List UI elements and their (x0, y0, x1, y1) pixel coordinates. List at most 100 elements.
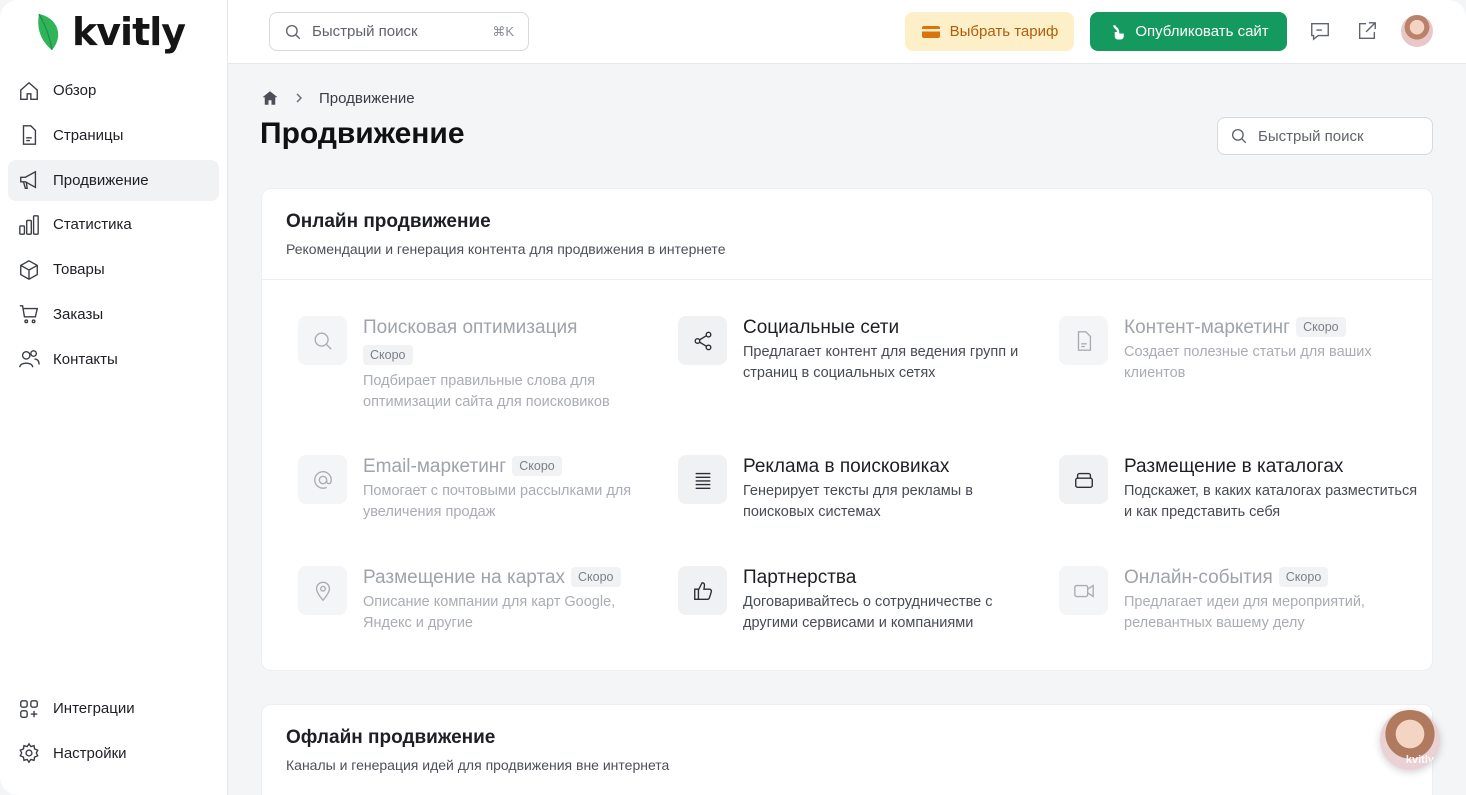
channel-title: Реклама в поисковиках (743, 456, 950, 477)
global-search-input[interactable]: Быстрый поиск ⌘K (269, 12, 529, 51)
sidebar-nav: Обзор Страницы Продвижение Статистика То… (8, 70, 219, 384)
user-avatar[interactable] (1401, 15, 1433, 47)
card-header: Офлайн продвижение Каналы и генерация ид… (262, 705, 1432, 795)
chat-widget-label: kvitly (1405, 754, 1434, 766)
lines-icon (678, 455, 727, 504)
brand-name: kvitly (72, 10, 186, 54)
sidebar-item-label: Обзор (53, 82, 97, 99)
channel-desc: Генерирует тексты для рекламы в поисковы… (743, 483, 973, 520)
channel-desc: Подбирает правильные слова для оптимизац… (363, 373, 610, 410)
document-icon (18, 124, 40, 146)
sidebar-item-settings[interactable]: Настройки (8, 733, 219, 774)
bar-chart-icon (18, 214, 40, 236)
channel-desc: Описание компании для карт Google, Яндек… (363, 594, 616, 631)
sidebar-item-label: Статистика (53, 216, 132, 234)
page-search-input[interactable]: Быстрый поиск (1217, 117, 1433, 155)
sidebar-item-contacts[interactable]: Контакты (8, 339, 219, 380)
channel-desc: Создает полезные статьи для ваших клиент… (1124, 344, 1372, 381)
sidebar-item-products[interactable]: Товары (8, 249, 219, 290)
search-placeholder: Быстрый поиск (1258, 127, 1364, 145)
integrations-icon (18, 698, 40, 720)
publish-site-label: Опубликовать сайт (1135, 23, 1269, 40)
channel-title: Поисковая оптимизация (363, 317, 578, 338)
sidebar-item-overview[interactable]: Обзор (8, 70, 219, 111)
choose-tariff-button[interactable]: Выбрать тариф (905, 12, 1074, 51)
sidebar-item-integrations[interactable]: Интеграции (8, 688, 219, 729)
sidebar: kvitly Обзор Страницы Продвижение Статис… (0, 0, 228, 795)
logo[interactable]: kvitly (36, 10, 186, 54)
channel-title: Партнерства (743, 567, 857, 588)
topbar: Быстрый поиск ⌘K Выбрать тариф Опубликов… (228, 0, 1466, 64)
channel-title: Размещение в каталогах (1124, 456, 1344, 477)
card-title: Офлайн продвижение (286, 727, 496, 748)
breadcrumb: Продвижение (261, 89, 415, 107)
channel-search-ads[interactable]: Реклама в поисковиках Генерирует тексты … (678, 455, 1038, 522)
sidebar-item-label: Настройки (53, 744, 127, 762)
users-icon (18, 348, 40, 370)
soon-badge: Скоро (571, 567, 621, 587)
map-pin-icon (298, 566, 347, 615)
channel-title: Email-маркетинг (363, 456, 507, 477)
gear-icon (18, 742, 40, 764)
sidebar-item-orders[interactable]: Заказы (8, 294, 219, 335)
card-subtitle: Каналы и генерация идей для продвижения … (286, 757, 670, 773)
home-icon (18, 80, 40, 102)
card-subtitle: Рекомендации и генерация контента для пр… (286, 241, 726, 257)
folder-icon (1059, 455, 1108, 504)
search-icon (298, 316, 347, 365)
channel-email[interactable]: Email-маркетинг Скоро Помогает с почтовым… (298, 455, 658, 522)
soon-badge: Скоро (512, 456, 562, 476)
channel-maps[interactable]: Размещение на картах Скоро Описание компа… (298, 566, 658, 633)
channel-content-marketing[interactable]: Контент-маркетинг Скоро Создает полезные … (1059, 316, 1419, 383)
card-header: Онлайн продвижение Рекомендации и генера… (262, 189, 1432, 280)
at-icon (298, 455, 347, 504)
sidebar-item-label: Продвижение (53, 171, 149, 189)
choose-tariff-label: Выбрать тариф (949, 23, 1059, 40)
app-window: kvitly Обзор Страницы Продвижение Статис… (0, 0, 1466, 795)
sidebar-item-label: Страницы (53, 126, 124, 144)
sidebar-item-label: Товары (53, 261, 105, 279)
sidebar-item-label: Контакты (53, 350, 118, 368)
offline-promotion-card: Офлайн продвижение Каналы и генерация ид… (261, 704, 1433, 795)
megaphone-icon (18, 169, 40, 191)
home-icon[interactable] (261, 89, 279, 107)
breadcrumb-current: Продвижение (319, 89, 415, 107)
search-shortcut: ⌘K (492, 23, 514, 39)
cart-icon (18, 303, 40, 325)
video-icon (1059, 566, 1108, 615)
channel-social[interactable]: Социальные сети Предлагает контент для в… (678, 316, 1038, 383)
channel-title: Социальные сети (743, 317, 900, 338)
card-title: Онлайн продвижение (286, 211, 491, 232)
thumbs-up-icon (678, 566, 727, 615)
sidebar-bottom-nav: Интеграции Настройки (8, 688, 219, 778)
chevron-right-icon (296, 93, 303, 103)
channel-catalogs[interactable]: Размещение в каталогах Подскажет, в каки… (1059, 455, 1419, 522)
leaf-logo-icon (38, 13, 59, 51)
sidebar-item-pages[interactable]: Страницы (8, 115, 219, 156)
sidebar-item-label: Заказы (53, 305, 104, 323)
search-icon (1231, 128, 1247, 144)
sidebar-item-promotion[interactable]: Продвижение (8, 159, 219, 201)
channel-desc: Помогает с почтовыми рассылками для увел… (363, 483, 632, 520)
channel-title: Онлайн-события (1124, 567, 1273, 588)
credit-card-icon (921, 25, 940, 38)
channel-seo[interactable]: Поисковая оптимизация Скоро Подбирает пр… (298, 316, 658, 412)
channel-title: Размещение на картах (363, 567, 566, 588)
main-content: Продвижение Продвижение Быстрый поиск Он… (228, 64, 1466, 795)
publish-site-button[interactable]: Опубликовать сайт (1090, 12, 1287, 51)
document-icon (1059, 316, 1108, 365)
chat-icon[interactable] (1308, 19, 1332, 43)
search-placeholder: Быстрый поиск (312, 23, 418, 40)
channel-online-events[interactable]: Онлайн-события Скоро Предлагает идеи для … (1059, 566, 1419, 633)
box-icon (18, 259, 40, 281)
sidebar-item-statistics[interactable]: Статистика (8, 204, 219, 245)
external-link-icon[interactable] (1355, 19, 1379, 43)
channel-desc: Договаривайтесь о сотрудничестве с други… (743, 594, 993, 631)
share-icon (678, 316, 727, 365)
channel-desc: Предлагает контент для ведения групп и с… (743, 344, 1019, 381)
support-chat-button[interactable]: kvitly (1380, 710, 1440, 770)
channel-title: Контент-маркетинг (1124, 317, 1291, 338)
publish-icon (1113, 24, 1125, 39)
channel-partnerships[interactable]: Партнерства Договаривайтесь о сотрудниче… (678, 566, 1038, 633)
sidebar-item-label: Интеграции (53, 700, 135, 717)
